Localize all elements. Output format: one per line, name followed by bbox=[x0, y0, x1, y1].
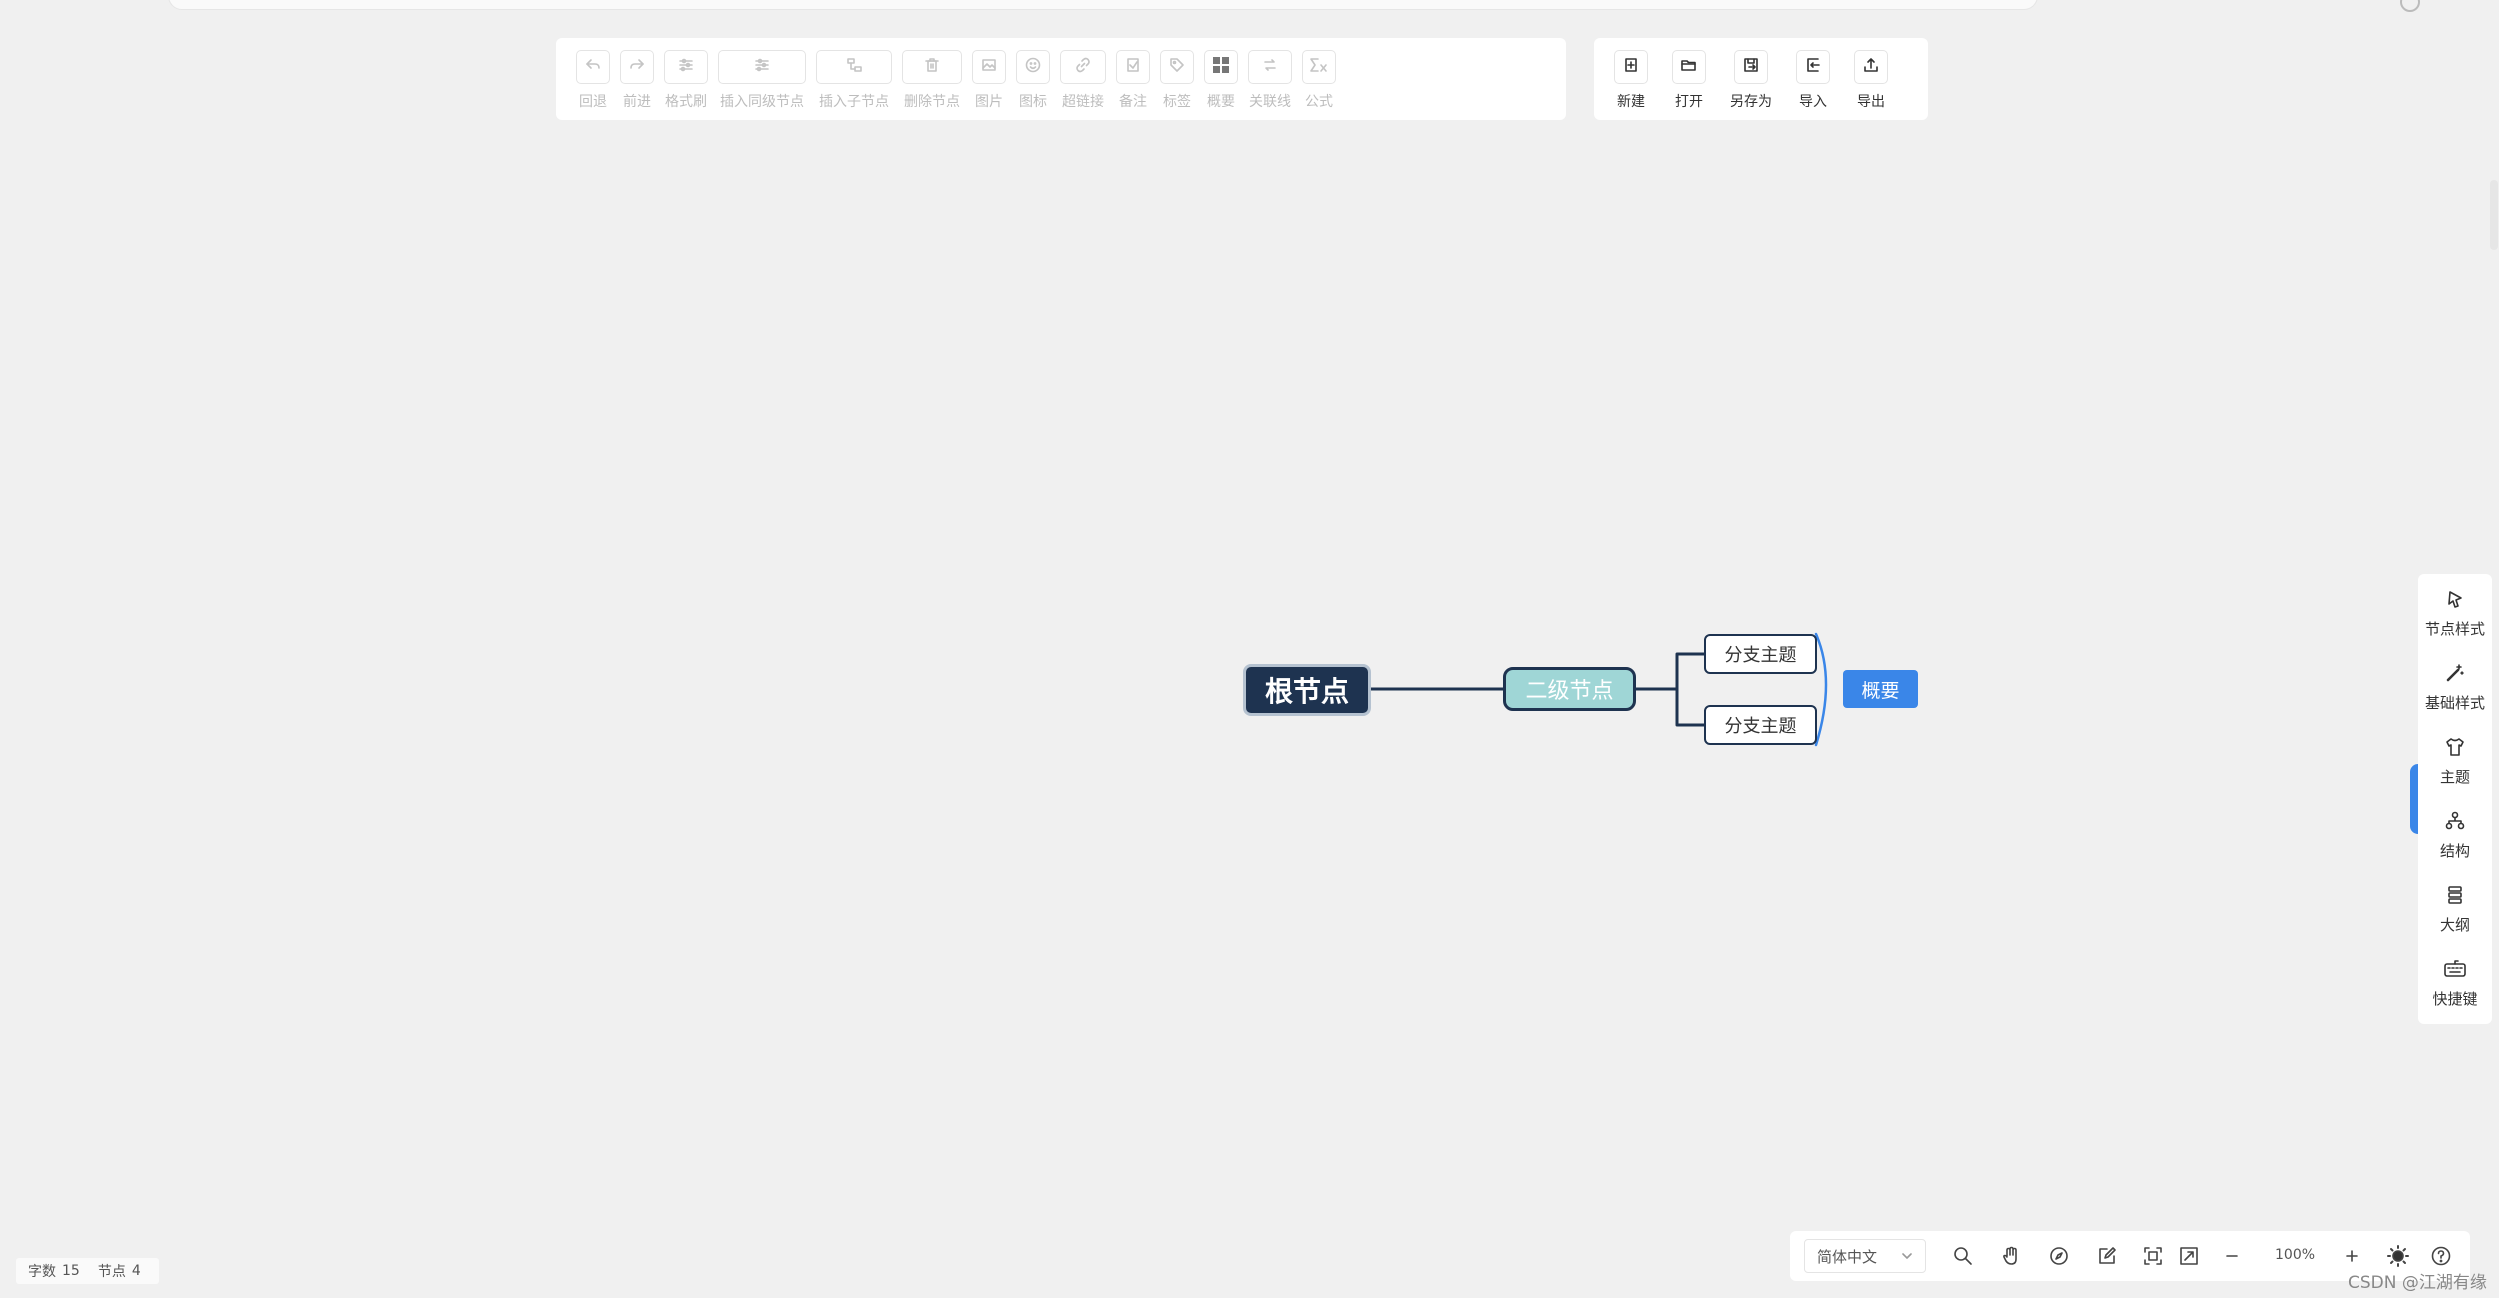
summary-bracket bbox=[1814, 632, 1828, 747]
zoom-out-icon[interactable] bbox=[2222, 1245, 2242, 1271]
outline-icon bbox=[2444, 884, 2466, 910]
side-item-shortcuts[interactable]: 快捷键 bbox=[2418, 958, 2492, 1009]
side-panel: 节点样式 基础样式 主题 结构 大纲 快捷键 bbox=[2418, 574, 2492, 1024]
side-item-label: 基础样式 bbox=[2424, 694, 2485, 712]
node-count-label: 节点 bbox=[97, 1264, 126, 1280]
word-count-value: 15 bbox=[62, 1263, 80, 1279]
fullscreen-icon[interactable] bbox=[2142, 1245, 2164, 1271]
node-count-value: 4 bbox=[131, 1263, 141, 1279]
summary-node[interactable]: 概要 bbox=[1843, 670, 1918, 708]
side-item-label: 大纲 bbox=[2439, 916, 2470, 934]
language-value: 简体中文 bbox=[1817, 1247, 1878, 1266]
magic-wand-icon bbox=[2444, 662, 2466, 688]
side-item-label: 主题 bbox=[2439, 768, 2470, 786]
branch-node-1[interactable]: 分支主题 bbox=[1704, 634, 1817, 674]
side-item-structure[interactable]: 结构 bbox=[2418, 810, 2492, 861]
keyboard-icon bbox=[2443, 958, 2467, 984]
root-node[interactable]: 根节点 bbox=[1243, 664, 1371, 716]
second-to-branch-line bbox=[1634, 652, 1706, 727]
edit-icon[interactable] bbox=[2096, 1245, 2118, 1271]
side-item-theme[interactable]: 主题 bbox=[2418, 736, 2492, 787]
side-item-label: 节点样式 bbox=[2424, 620, 2485, 638]
second-level-node[interactable]: 二级节点 bbox=[1503, 667, 1636, 711]
hand-drag-icon[interactable] bbox=[2000, 1245, 2022, 1271]
chevron-down-icon bbox=[1899, 1248, 1915, 1268]
side-item-node-style[interactable]: 节点样式 bbox=[2418, 588, 2492, 639]
zoom-level: 100% bbox=[2275, 1247, 2316, 1263]
language-select[interactable]: 简体中文 bbox=[1804, 1239, 1926, 1273]
brush-icon bbox=[2444, 588, 2466, 614]
compass-icon[interactable] bbox=[2048, 1245, 2070, 1271]
side-item-base-style[interactable]: 基础样式 bbox=[2418, 662, 2492, 713]
fit-canvas-icon[interactable] bbox=[2178, 1245, 2200, 1271]
status-bar: 字数 15 节点 4 bbox=[16, 1258, 159, 1284]
side-item-label: 结构 bbox=[2439, 842, 2470, 860]
side-item-label: 快捷键 bbox=[2432, 990, 2478, 1008]
side-item-outline[interactable]: 大纲 bbox=[2418, 884, 2492, 935]
structure-icon bbox=[2444, 810, 2466, 836]
tshirt-icon bbox=[2444, 736, 2466, 762]
mindmap-lines bbox=[1369, 632, 1828, 747]
watermark: CSDN @江湖有缘 bbox=[2348, 1273, 2487, 1293]
word-count-label: 字数 bbox=[28, 1264, 56, 1280]
search-icon[interactable] bbox=[1952, 1245, 1974, 1271]
branch-node-2[interactable]: 分支主题 bbox=[1704, 705, 1817, 745]
